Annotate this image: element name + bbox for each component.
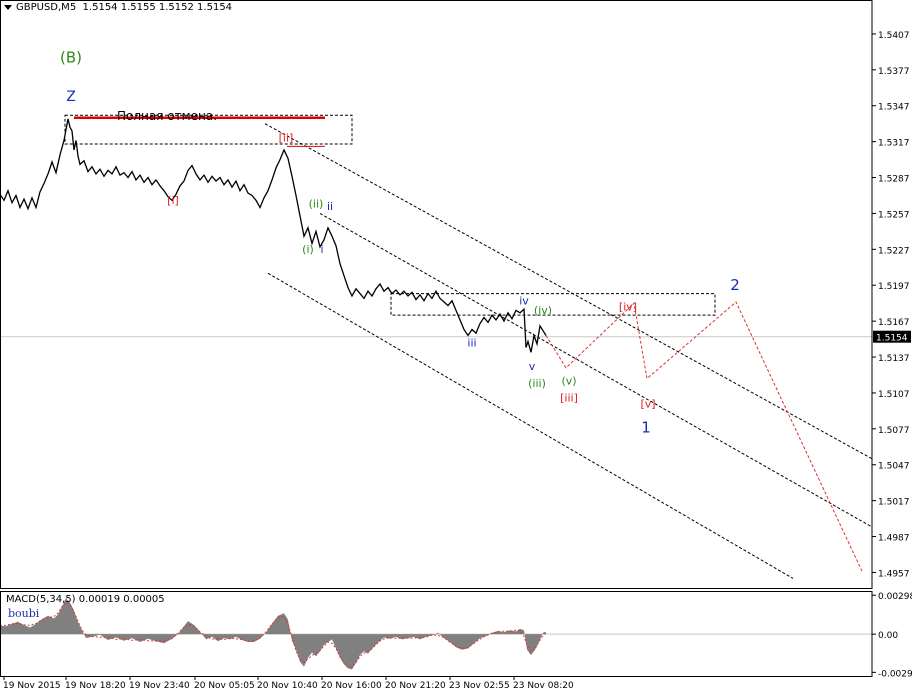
- x-tick-label: 19 Nov 23:40: [129, 681, 190, 691]
- macd-tick-label: 0.00: [878, 631, 898, 641]
- wave-label: 1: [641, 418, 651, 436]
- wave-label: [v]: [640, 397, 655, 410]
- indicator-name: boubi: [8, 607, 40, 620]
- x-tick-label: 23 Nov 08:20: [513, 681, 574, 691]
- y-tick-label: 1.5137: [878, 354, 910, 364]
- x-tick-label: 20 Nov 21:20: [385, 681, 446, 691]
- wave-label: ii: [327, 200, 333, 213]
- wave-label: [i]: [167, 194, 179, 207]
- axes: 1.5407 1.5377 1.5347 1.5317 1.5287 1.5257 1.52…: [0, 0, 912, 691]
- y-tick-label: 1.5287: [878, 175, 910, 185]
- wave-label: (v): [561, 375, 576, 388]
- current-price-label: 1.5154: [876, 334, 908, 344]
- wave-label: 2: [730, 276, 740, 294]
- y-tick-label: 1.5347: [878, 103, 910, 113]
- channel-line: [267, 272, 794, 579]
- dropdown-arrow-icon[interactable]: [4, 4, 12, 10]
- x-tick-label: 19 Nov 18:20: [65, 681, 126, 691]
- price-series: [0, 118, 547, 353]
- wave-label: [iii]: [560, 391, 578, 404]
- y-tick-label: 1.5407: [878, 31, 910, 41]
- wave-labels: (B)Z[i][ii](ii) ii(i) iiiiiv(iv)v(iii) (v)[…: [60, 49, 740, 437]
- macd-tick-label: -0.00292: [878, 669, 912, 679]
- x-tick-label: 20 Nov 16:00: [321, 681, 382, 691]
- projection-path: [545, 301, 863, 572]
- main-frame: [0, 0, 873, 589]
- quote-values: 1.5154 1.5155 1.5152 1.5154: [82, 2, 233, 13]
- x-tick-label: 19 Nov 2015: [3, 681, 61, 691]
- price-line: [0, 118, 547, 353]
- y-tick-label: 1.5017: [878, 498, 910, 508]
- cancel-annotation: Полная отмена.: [117, 109, 218, 123]
- x-tick-label: 20 Nov 10:40: [257, 681, 318, 691]
- y-tick-label: 1.5227: [878, 246, 910, 256]
- wave-label: i: [320, 243, 323, 256]
- wave-label: (iii): [528, 377, 546, 390]
- wave-label: Z: [66, 89, 76, 105]
- y-tick-label: 1.5167: [878, 318, 910, 328]
- x-tick-label: 20 Nov 05:05: [194, 681, 255, 691]
- chart-canvas: (B)Z[i][ii](ii) ii(i) iiiiiv(iv)v(iii) (v)[…: [0, 0, 912, 691]
- wave-label: iv: [519, 294, 529, 307]
- y-tick-label: 1.5257: [878, 210, 910, 220]
- macd-tick-label: 0.00298: [878, 592, 912, 602]
- wave-label: [ii]: [279, 132, 294, 145]
- channel-line: [319, 213, 873, 528]
- wave-label: [iv]: [619, 300, 637, 313]
- y-tick-label: 1.5377: [878, 67, 910, 77]
- y-tick-label: 1.5077: [878, 426, 910, 436]
- wave-label: (i): [302, 243, 314, 256]
- y-tick-label: 1.4987: [878, 534, 910, 544]
- zone-boxes: [64, 114, 716, 316]
- wave-label: (iv): [534, 304, 552, 317]
- y-tick-label: 1.5197: [878, 282, 910, 292]
- macd-label: MACD(5,34,5) 0.00019 0.00005: [6, 594, 165, 605]
- y-tick-label: 1.5317: [878, 139, 910, 149]
- symbol-timeframe: GBPUSD,M5: [16, 2, 77, 13]
- wave-label: iii: [467, 336, 476, 349]
- wave-label: (ii): [309, 197, 324, 210]
- projection-line: [545, 301, 863, 572]
- channel-line: [264, 123, 873, 460]
- channel-lines: [264, 123, 873, 579]
- y-tick-label: 1.4957: [878, 569, 910, 579]
- x-tick-label: 23 Nov 02:55: [449, 681, 510, 691]
- y-tick-label: 1.5107: [878, 390, 910, 400]
- wave-label: (B): [60, 49, 82, 67]
- chart-header: GBPUSD,M5 1.5154 1.5155 1.5152 1.5154: [4, 2, 232, 13]
- wave-label: v: [529, 360, 536, 373]
- y-tick-label: 1.5047: [878, 462, 910, 472]
- macd-panel: [0, 598, 872, 670]
